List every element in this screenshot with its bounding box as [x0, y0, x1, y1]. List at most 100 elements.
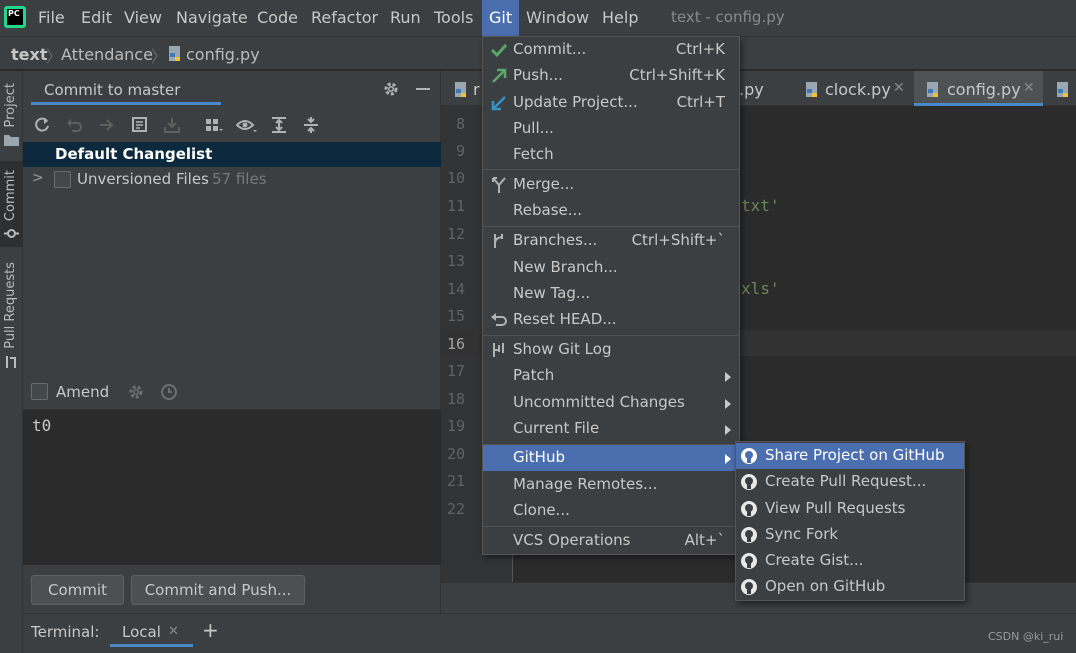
- amend-label[interactable]: Amend: [56, 383, 109, 401]
- update-arrow-icon: [490, 94, 508, 112]
- commit-icon: [4, 227, 19, 240]
- menu-refactor[interactable]: Refactor: [311, 8, 378, 27]
- git-menu-github[interactable]: GitHub: [483, 445, 739, 471]
- changelist-row[interactable]: Default Changelist: [23, 142, 441, 167]
- show-diff-icon[interactable]: [97, 116, 115, 134]
- git-menu-patch[interactable]: Patch: [483, 363, 739, 389]
- editor-tab-2[interactable]: .py: [739, 71, 799, 106]
- minimize-icon[interactable]: [416, 88, 430, 90]
- submenu-arrow-icon: [725, 372, 731, 382]
- git-menu-manage-remotes[interactable]: Manage Remotes...: [483, 472, 739, 498]
- git-menu-vcs-operations[interactable]: VCS Operations Alt+`: [483, 528, 739, 554]
- python-file-icon: [925, 81, 941, 99]
- chevron-right-icon[interactable]: >: [32, 170, 44, 186]
- amend-checkbox[interactable]: [31, 383, 48, 400]
- terminal-tab-local[interactable]: Local: [122, 623, 161, 641]
- git-menu-fetch-label: Fetch: [513, 145, 554, 163]
- line-number: 19: [446, 417, 465, 435]
- git-menu-commit[interactable]: Commit... Ctrl+K: [483, 37, 739, 63]
- line-number: 13: [446, 252, 465, 270]
- refresh-icon[interactable]: [33, 116, 51, 134]
- commit-tool-window: Commit to master Default Changelist > Un…: [23, 71, 441, 613]
- github-create-pull-request[interactable]: Create Pull Request...: [736, 469, 964, 495]
- git-menu-push[interactable]: Push... Ctrl+Shift+K: [483, 63, 739, 89]
- git-menu-vcs-label: VCS Operations: [513, 531, 631, 549]
- add-terminal-icon[interactable]: +: [202, 618, 219, 642]
- clock-history-icon[interactable]: [160, 383, 178, 401]
- menu-tools[interactable]: Tools: [434, 8, 473, 27]
- tool-tab-pull-requests[interactable]: Pull Requests: [0, 257, 23, 373]
- breadcrumb-separator-icon: 〉: [46, 47, 63, 66]
- editor-tab-config[interactable]: config.py ✕: [914, 71, 1043, 106]
- commit-message-text: t0: [32, 416, 52, 435]
- line-number: 14: [446, 280, 465, 298]
- unversioned-files-row[interactable]: > Unversioned Files 57 files: [23, 167, 441, 192]
- changelist-icon[interactable]: [131, 116, 149, 134]
- menu-help[interactable]: Help: [602, 8, 638, 27]
- tool-tab-commit[interactable]: Commit: [0, 161, 23, 247]
- close-icon[interactable]: ✕: [1023, 80, 1035, 96]
- line-number: 20: [446, 445, 465, 463]
- line-number: 17: [446, 362, 465, 380]
- github-submenu: Share Project on GitHub Create Pull Requ…: [735, 441, 965, 601]
- close-icon[interactable]: ✕: [893, 80, 905, 96]
- git-menu-rebase[interactable]: Rebase...: [483, 198, 739, 224]
- breadcrumb-separator-icon: 〉: [151, 47, 168, 66]
- commit-options-gear-icon[interactable]: [127, 383, 145, 401]
- git-menu-merge[interactable]: Merge...: [483, 172, 739, 198]
- menu-git[interactable]: Git: [482, 0, 519, 36]
- menu-run[interactable]: Run: [390, 8, 421, 27]
- git-menu-reset-label: Reset HEAD...: [513, 310, 617, 328]
- git-menu-new-tag[interactable]: New Tag...: [483, 281, 739, 307]
- commit-and-push-button[interactable]: Commit and Push...: [131, 575, 305, 605]
- github-share-project[interactable]: Share Project on GitHub: [736, 443, 964, 469]
- commit-panel-title[interactable]: Commit to master: [44, 81, 180, 99]
- git-menu-fetch[interactable]: Fetch: [483, 142, 739, 168]
- eye-icon[interactable]: [236, 116, 258, 134]
- window-title: text - config.py: [671, 8, 785, 26]
- shelve-icon[interactable]: [163, 116, 181, 134]
- menu-window[interactable]: Window: [526, 8, 589, 27]
- git-menu-manage-remotes-label: Manage Remotes...: [513, 475, 658, 493]
- unversioned-checkbox[interactable]: [54, 171, 71, 188]
- line-number: 21: [446, 472, 465, 490]
- commit-message-editor[interactable]: t0: [23, 409, 441, 565]
- gear-icon[interactable]: [382, 80, 400, 98]
- branch-icon: [490, 232, 508, 250]
- git-menu-github-label: GitHub: [513, 448, 565, 466]
- github-view-pull-requests[interactable]: View Pull Requests: [736, 496, 964, 522]
- python-file-icon: [453, 81, 469, 99]
- git-menu-show-log[interactable]: Show Git Log: [483, 337, 739, 363]
- collapse-all-icon[interactable]: [302, 116, 320, 134]
- menu-code[interactable]: Code: [257, 8, 298, 27]
- breadcrumb-folder[interactable]: Attendance: [61, 45, 153, 64]
- git-menu-uncommitted-changes[interactable]: Uncommitted Changes: [483, 390, 739, 416]
- breadcrumb-file[interactable]: config.py: [186, 45, 260, 64]
- github-icon: [740, 447, 758, 465]
- commit-button[interactable]: Commit: [31, 575, 124, 605]
- git-menu-clone[interactable]: Clone...: [483, 498, 739, 524]
- rollback-icon[interactable]: [65, 116, 83, 134]
- github-sync-fork[interactable]: Sync Fork: [736, 522, 964, 548]
- group-by-icon[interactable]: [204, 116, 224, 134]
- menu-edit[interactable]: Edit: [81, 8, 112, 27]
- expand-all-icon[interactable]: [270, 116, 288, 134]
- breadcrumb-project[interactable]: text: [11, 45, 47, 64]
- git-menu-branches[interactable]: Branches... Ctrl+Shift+`: [483, 228, 739, 254]
- folder-icon: [4, 133, 19, 146]
- git-menu-pull[interactable]: Pull...: [483, 116, 739, 142]
- menu-view[interactable]: View: [124, 8, 162, 27]
- git-menu-new-branch[interactable]: New Branch...: [483, 255, 739, 281]
- editor-tab-clock[interactable]: clock.py ✕: [799, 71, 914, 106]
- line-number: 22: [446, 500, 465, 518]
- menu-navigate[interactable]: Navigate: [176, 8, 248, 27]
- github-create-gist[interactable]: Create Gist...: [736, 548, 964, 574]
- close-icon[interactable]: ✕: [168, 624, 179, 639]
- git-menu-current-file[interactable]: Current File: [483, 416, 739, 442]
- github-open-on-github[interactable]: Open on GitHub: [736, 574, 964, 600]
- menu-file[interactable]: File: [38, 8, 65, 27]
- github-icon: [740, 473, 758, 491]
- git-menu-reset-head[interactable]: Reset HEAD...: [483, 307, 739, 333]
- tool-tab-project[interactable]: Project: [0, 71, 23, 161]
- git-menu-update-project[interactable]: Update Project... Ctrl+T: [483, 90, 739, 116]
